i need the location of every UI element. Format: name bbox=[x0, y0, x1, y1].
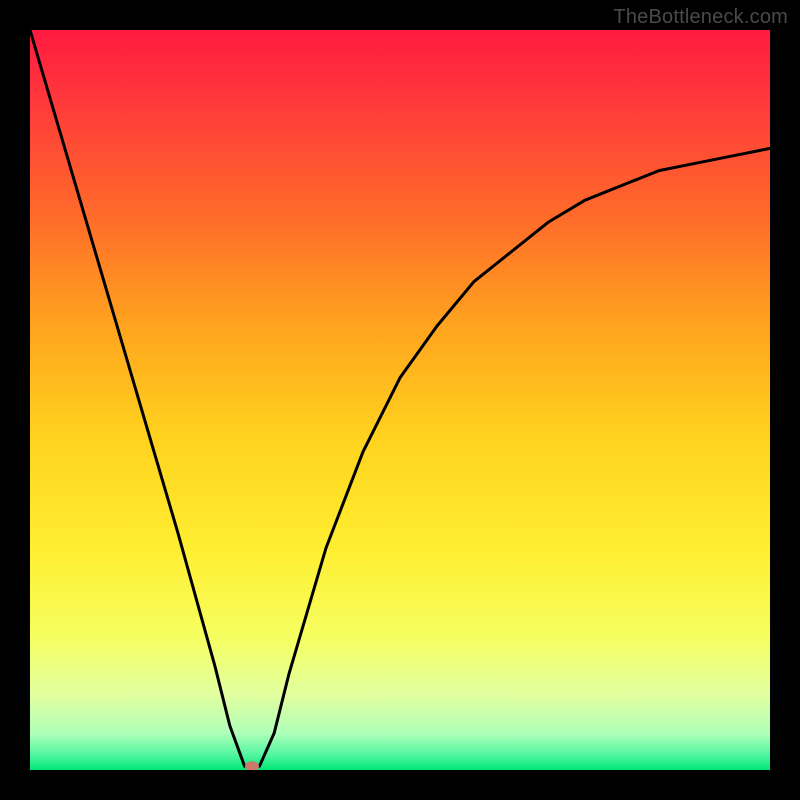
gradient-background bbox=[30, 30, 770, 770]
watermark-label: TheBottleneck.com bbox=[613, 6, 788, 29]
chart-frame: TheBottleneck.com bbox=[0, 0, 800, 800]
plot-area bbox=[30, 30, 770, 770]
plot-svg bbox=[30, 30, 770, 770]
